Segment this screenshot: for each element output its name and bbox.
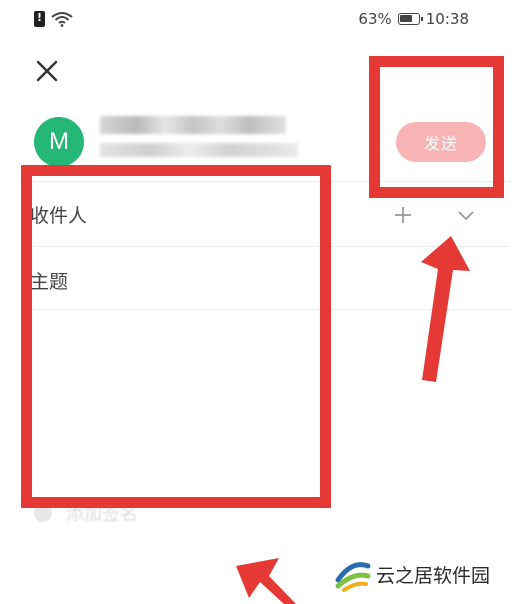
annotation-arrow-diagonal xyxy=(236,558,296,604)
watermark-text: 云之居软件园 xyxy=(376,564,491,587)
watermark-logo-icon xyxy=(335,562,371,592)
annotation-arrows xyxy=(236,236,470,604)
annotation-arrow-up xyxy=(421,236,470,382)
watermark: 云之居软件园 xyxy=(334,556,490,592)
